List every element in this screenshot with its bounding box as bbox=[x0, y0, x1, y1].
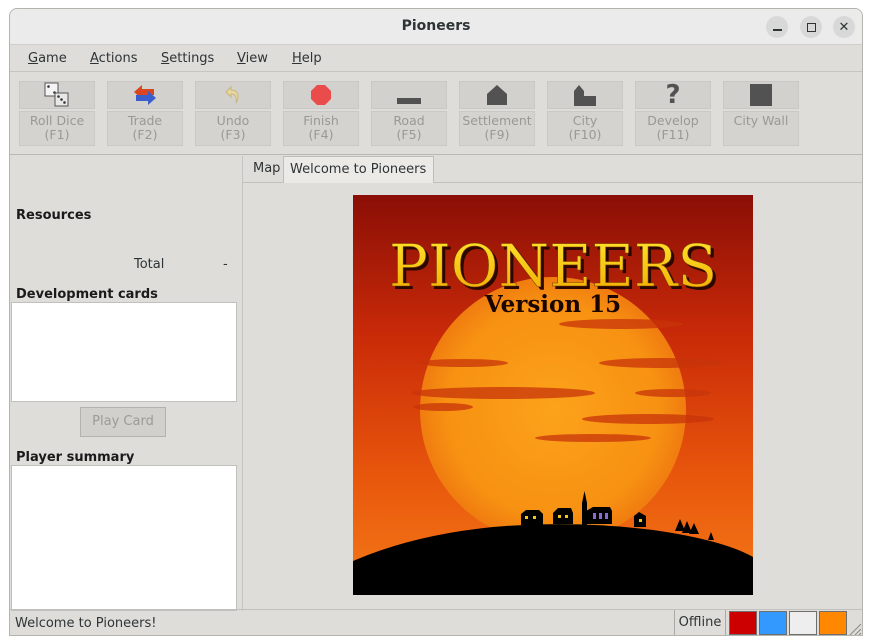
develop-label: Develop bbox=[647, 113, 699, 128]
roll-dice-label: Roll Dice bbox=[29, 113, 85, 128]
city-button[interactable]: City (F10) bbox=[547, 81, 623, 146]
play-card-button[interactable]: Play Card bbox=[80, 407, 166, 437]
status-bar: Welcome to Pioneers! Offline bbox=[10, 609, 862, 636]
menu-help[interactable]: Help bbox=[292, 51, 322, 66]
splash-version: Version 15 bbox=[484, 291, 621, 318]
maximize-icon bbox=[806, 22, 816, 32]
status-message: Welcome to Pioneers! bbox=[15, 616, 157, 631]
minimize-icon bbox=[772, 29, 782, 31]
player-summary-title: Player summary bbox=[16, 450, 135, 465]
city-key: (F10) bbox=[568, 127, 602, 142]
undo-label: Undo bbox=[216, 113, 250, 128]
development-cards-title: Development cards bbox=[16, 287, 158, 302]
sidebar: Resources Total - Development cards Play… bbox=[10, 156, 240, 611]
title-bar: Pioneers ✕ bbox=[10, 9, 862, 45]
road-icon bbox=[397, 98, 421, 104]
tab-bar: Map Welcome to Pioneers bbox=[243, 156, 862, 183]
undo-key: (F3) bbox=[220, 127, 246, 142]
minimize-button[interactable] bbox=[766, 16, 788, 38]
splash-image: PIONEERS PIONEERS Version 15 bbox=[353, 195, 753, 595]
city-wall-label: City Wall bbox=[733, 113, 789, 128]
toolbar: Roll Dice (F1) Trade (F2) Undo (F3) Fini… bbox=[10, 73, 862, 155]
app-window: Pioneers ✕ Game Actions Settings View He… bbox=[9, 8, 863, 636]
player-color-swatch bbox=[729, 611, 757, 635]
trade-key: (F2) bbox=[132, 127, 158, 142]
settlement-button[interactable]: Settlement (F9) bbox=[459, 81, 535, 146]
stop-octagon-icon bbox=[311, 85, 331, 105]
trade-label: Trade bbox=[127, 113, 163, 128]
road-button[interactable]: Road (F5) bbox=[371, 81, 447, 146]
road-key: (F5) bbox=[396, 127, 422, 142]
player-color-swatch bbox=[759, 611, 787, 635]
connection-status: Offline bbox=[674, 610, 726, 635]
menu-view[interactable]: View bbox=[237, 51, 268, 66]
resources-total-label: Total bbox=[134, 257, 165, 272]
city-wall-button[interactable]: City Wall bbox=[723, 81, 799, 146]
develop-button[interactable]: ? Develop (F11) bbox=[635, 81, 711, 146]
dice-icon bbox=[44, 82, 69, 107]
tab-map[interactable]: Map bbox=[247, 156, 286, 183]
resources-title: Resources bbox=[16, 208, 92, 223]
splash-title-front: PIONEERS bbox=[389, 232, 717, 300]
main-panel: Map Welcome to Pioneers PIONEERS PIONEER… bbox=[242, 156, 862, 611]
city-label: City bbox=[572, 113, 598, 128]
tab-welcome[interactable]: Welcome to Pioneers bbox=[283, 156, 434, 183]
settlement-label: Settlement bbox=[462, 113, 532, 128]
undo-arrow-icon bbox=[225, 85, 239, 104]
player-summary-list[interactable] bbox=[11, 465, 237, 611]
finish-button[interactable]: Finish (F4) bbox=[283, 81, 359, 146]
menu-actions[interactable]: Actions bbox=[90, 51, 138, 66]
undo-button[interactable]: Undo (F3) bbox=[195, 81, 271, 146]
finish-label: Finish bbox=[303, 113, 339, 128]
roll-dice-key: (F1) bbox=[44, 127, 70, 142]
menu-game[interactable]: Game bbox=[28, 51, 67, 66]
finish-key: (F4) bbox=[308, 127, 334, 142]
close-icon: ✕ bbox=[838, 19, 850, 35]
maximize-button[interactable] bbox=[800, 16, 822, 38]
window-title: Pioneers bbox=[401, 18, 471, 34]
menu-settings[interactable]: Settings bbox=[161, 51, 214, 66]
road-label: Road bbox=[393, 113, 425, 128]
question-mark-icon: ? bbox=[665, 80, 681, 110]
develop-key: (F11) bbox=[656, 127, 690, 142]
player-color-swatch bbox=[789, 611, 817, 635]
menu-bar: Game Actions Settings View Help bbox=[10, 46, 862, 72]
player-color-swatch bbox=[819, 611, 847, 635]
close-button[interactable]: ✕ bbox=[833, 16, 855, 38]
settlement-key: (F9) bbox=[484, 127, 510, 142]
trade-button[interactable]: Trade (F2) bbox=[107, 81, 183, 146]
city-icon bbox=[574, 85, 596, 106]
trade-arrows-icon bbox=[134, 85, 156, 105]
development-cards-list[interactable] bbox=[11, 302, 237, 402]
resize-grip-icon[interactable] bbox=[848, 622, 862, 636]
roll-dice-button[interactable]: Roll Dice (F1) bbox=[19, 81, 95, 146]
settlement-icon bbox=[487, 85, 507, 105]
resources-total-value: - bbox=[223, 257, 228, 272]
city-wall-icon bbox=[750, 84, 772, 106]
